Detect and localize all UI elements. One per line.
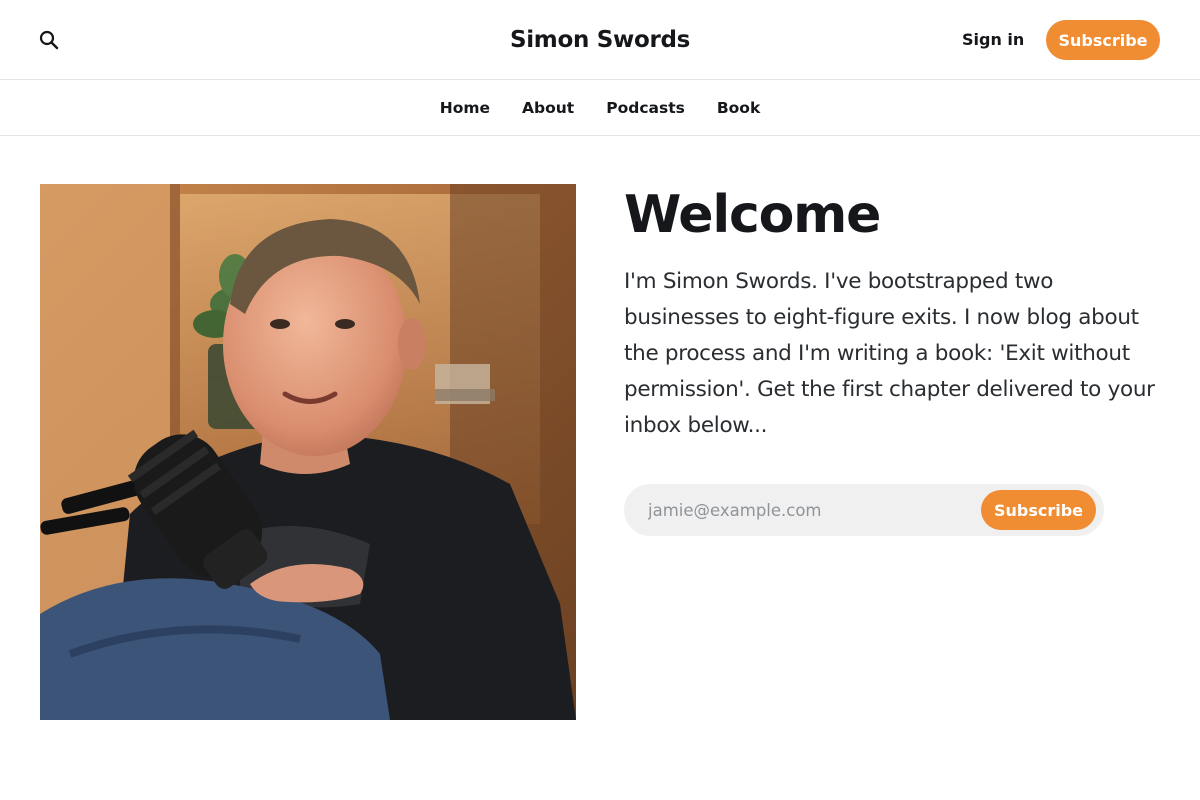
hero-intro: I'm Simon Swords. I've bootstrapped two … (624, 269, 1155, 438)
search-button[interactable] (36, 27, 62, 53)
site-title[interactable]: Simon Swords (510, 27, 690, 53)
email-field[interactable] (624, 484, 974, 536)
nav-item-podcasts[interactable]: Podcasts (606, 99, 685, 117)
site-header: Simon Swords Sign in Subscribe (0, 0, 1200, 80)
nav-item-home[interactable]: Home (440, 99, 490, 117)
search-icon (39, 30, 59, 50)
hero-photo (40, 184, 576, 720)
nav-item-about[interactable]: About (522, 99, 574, 117)
main-nav: Home About Podcasts Book (0, 80, 1200, 136)
subscribe-button[interactable]: Subscribe (1046, 20, 1160, 60)
form-subscribe-button[interactable]: Subscribe (981, 490, 1096, 530)
signin-link[interactable]: Sign in (962, 28, 1024, 52)
nav-item-book[interactable]: Book (717, 99, 760, 117)
hero-heading: Welcome (624, 185, 881, 245)
signup-form: Subscribe (624, 484, 1104, 536)
